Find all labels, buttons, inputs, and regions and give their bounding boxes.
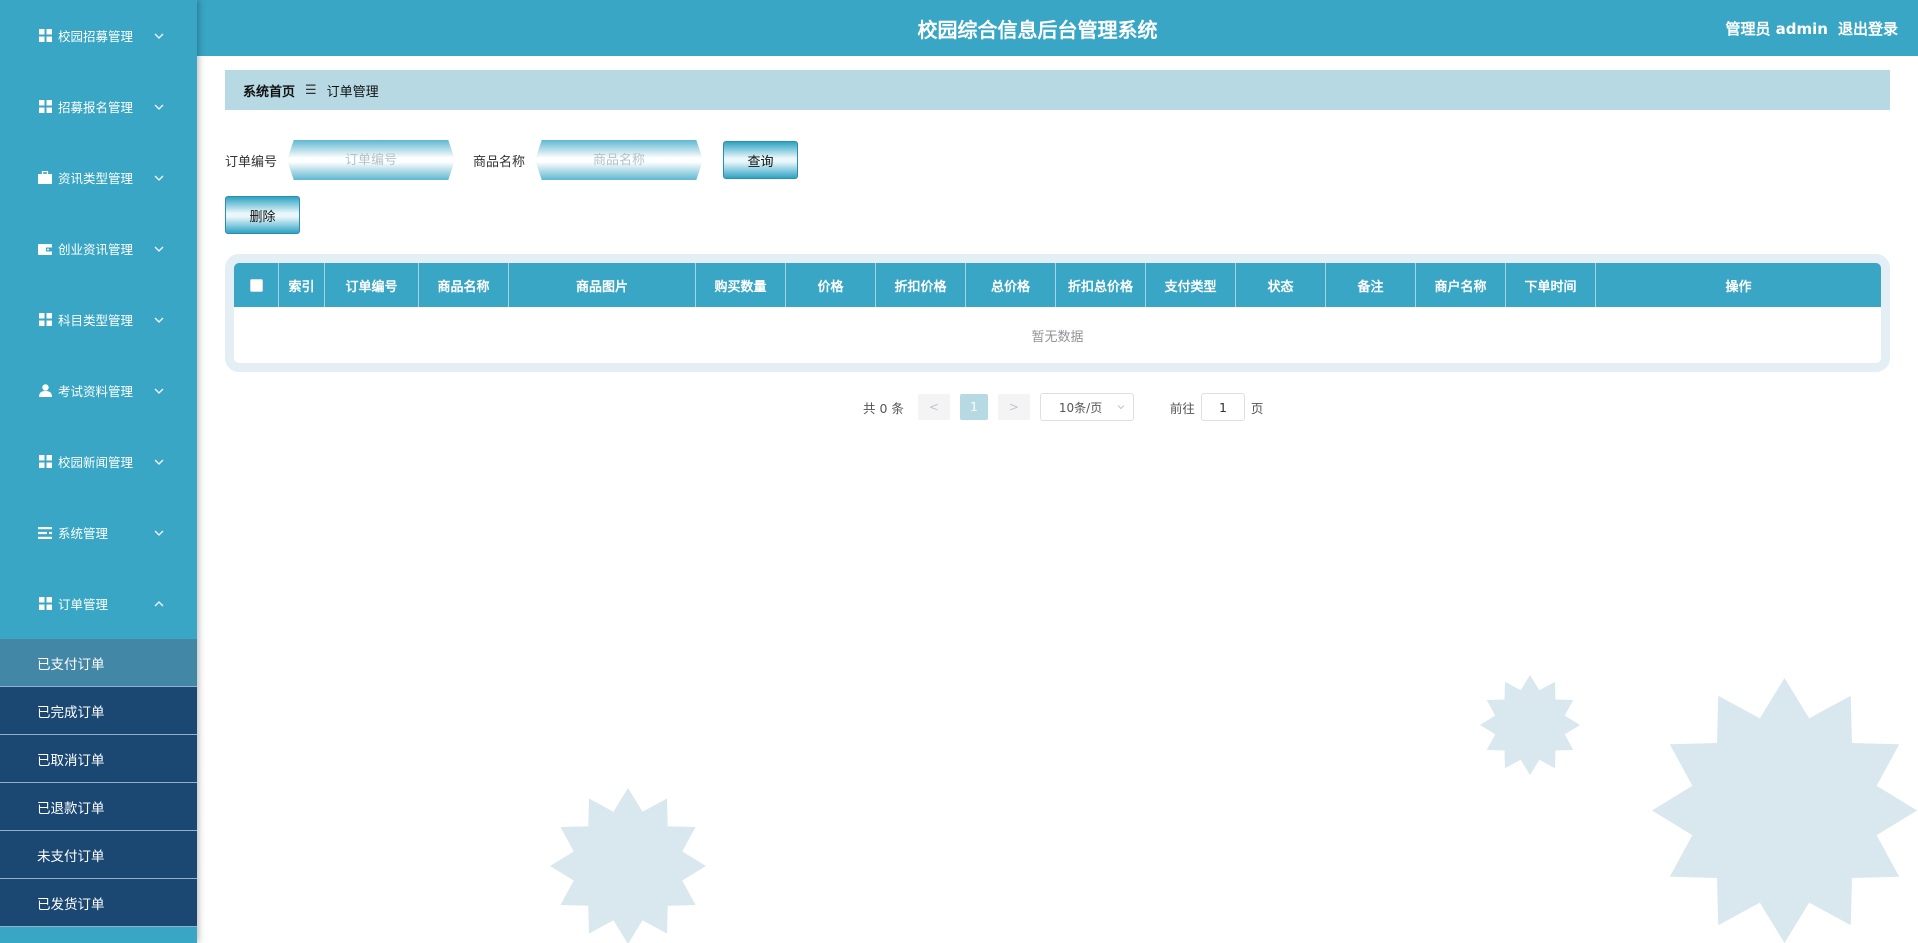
grid-icon	[37, 596, 53, 612]
query-button[interactable]: 查询	[723, 141, 799, 179]
breadcrumb-current: 订单管理	[326, 84, 379, 100]
decor-star-small	[1480, 675, 1580, 775]
chevron-down-icon	[154, 530, 164, 536]
sidebar-item-label: 资讯类型管理	[58, 171, 134, 186]
grid-icon	[37, 454, 53, 470]
order-no-label: 订单编号	[225, 154, 278, 170]
sidebar-item-orders[interactable]: 订单管理	[0, 568, 197, 639]
sidebar-item-news-type[interactable]: 资讯类型管理	[0, 142, 197, 213]
chevron-down-icon	[154, 175, 164, 181]
product-name-label: 商品名称	[473, 154, 526, 170]
grid-icon	[37, 28, 53, 44]
page-size-value: 10条/页	[1058, 400, 1103, 415]
breadcrumb-home[interactable]: 系统首页	[243, 81, 295, 100]
app-title: 校园综合信息后台管理系统	[917, 17, 1158, 42]
column-header: 支付类型	[1146, 263, 1236, 307]
sidebar-item-label: 校园招募管理	[58, 29, 134, 44]
column-header: 折扣总价格	[1056, 263, 1146, 307]
column-header: 商品图片	[509, 263, 696, 307]
submenu-item-refunded-orders[interactable]: 已退款订单	[0, 783, 197, 831]
sidebar-item-recruit-signup[interactable]: 招募报名管理	[0, 71, 197, 142]
column-header: 索引	[279, 263, 325, 307]
sidebar-item-label: 创业资讯管理	[58, 242, 134, 257]
chevron-down-icon	[154, 33, 164, 39]
search-bar: 订单编号 商品名称 查询	[225, 140, 799, 180]
chevron-down-icon	[154, 388, 164, 394]
table-header: 索引 订单编号 商品名称 商品图片 购买数量 价格 折扣价格 总价格 折扣总价格…	[234, 263, 1881, 307]
grid-icon	[37, 99, 53, 115]
column-header: 商品名称	[419, 263, 509, 307]
goto-page-input[interactable]	[1200, 393, 1245, 421]
pagination-total: 共 0 条	[863, 400, 904, 416]
select-all-cell	[234, 263, 279, 307]
column-header: 总价格	[966, 263, 1056, 307]
column-header: 状态	[1236, 263, 1326, 307]
sidebar-item-subject-type[interactable]: 科目类型管理	[0, 284, 197, 355]
page-unit-label: 页	[1250, 400, 1264, 416]
sidebar-item-system[interactable]: 系统管理	[0, 497, 197, 568]
decor-star-medium	[550, 788, 706, 943]
breadcrumb: 系统首页 ☰ 订单管理	[225, 70, 1890, 110]
sidebar-item-campus-recruit[interactable]: 校园招募管理	[0, 0, 197, 71]
submenu-item-cancelled-orders[interactable]: 已取消订单	[0, 735, 197, 783]
sidebar-item-label: 考试资料管理	[58, 384, 134, 399]
submenu-item-shipped-orders[interactable]: 已发货订单	[0, 879, 197, 927]
chevron-down-icon	[154, 104, 164, 110]
submenu-item-completed-orders[interactable]: 已完成订单	[0, 687, 197, 735]
sidebar-item-label: 校园新闻管理	[58, 455, 134, 470]
chevron-down-icon	[154, 317, 164, 323]
select-all-checkbox[interactable]	[249, 278, 263, 292]
sidebar-item-label: 订单管理	[58, 597, 109, 612]
sidebar-item-label: 科目类型管理	[58, 313, 134, 328]
sidebar-item-startup-news[interactable]: 创业资讯管理	[0, 213, 197, 284]
column-header: 订单编号	[325, 263, 419, 307]
submenu-item-paid-orders[interactable]: 已支付订单	[0, 639, 197, 687]
sidebar-item-label: 系统管理	[58, 526, 109, 541]
order-no-input[interactable]	[287, 140, 456, 180]
chevron-down-icon	[154, 459, 164, 465]
submenu-item-unpaid-orders[interactable]: 未支付订单	[0, 831, 197, 879]
chevron-down-icon	[154, 246, 164, 252]
user-area: 管理员 admin 退出登录	[1725, 18, 1898, 39]
briefcase-icon	[37, 170, 53, 186]
user-icon	[37, 383, 53, 399]
top-header: 校园综合信息后台管理系统 管理员 admin 退出登录	[197, 0, 1918, 56]
page-number-button[interactable]: 1	[959, 394, 988, 420]
prev-page-button[interactable]: <	[917, 394, 950, 420]
admin-user-label: 管理员 admin	[1725, 20, 1828, 38]
sidebar-item-label: 招募报名管理	[58, 100, 134, 115]
sidebar-item-campus-news[interactable]: 校园新闻管理	[0, 426, 197, 497]
wallet-icon	[37, 241, 53, 257]
column-header: 折扣价格	[876, 263, 966, 307]
delete-button[interactable]: 删除	[225, 196, 300, 234]
column-header: 下单时间	[1506, 263, 1596, 307]
orders-table: 索引 订单编号 商品名称 商品图片 购买数量 价格 折扣价格 总价格 折扣总价格…	[225, 254, 1890, 372]
chevron-down-icon	[1117, 405, 1125, 410]
empty-state: 暂无数据	[1031, 329, 1084, 345]
next-page-button[interactable]: >	[997, 394, 1030, 420]
product-name-input[interactable]	[535, 140, 704, 180]
column-header: 备注	[1326, 263, 1416, 307]
chevron-up-icon	[154, 600, 164, 606]
grid-icon	[37, 312, 53, 328]
list-icon	[37, 525, 53, 541]
goto-label: 前往	[1169, 400, 1195, 416]
column-header: 价格	[786, 263, 876, 307]
column-header: 购买数量	[696, 263, 786, 307]
column-header: 商户名称	[1416, 263, 1506, 307]
pagination: 共 0 条 < 1 > 10条/页 前往 页	[863, 393, 1263, 421]
page-size-select[interactable]: 10条/页	[1039, 393, 1134, 421]
sidebar: 校园招募管理 招募报名管理 资讯类型管理 创业资讯管理 科目类型管理 考试资料管…	[0, 0, 197, 943]
decor-star-large	[1652, 678, 1917, 943]
logout-link[interactable]: 退出登录	[1838, 18, 1898, 39]
breadcrumb-separator-icon: ☰	[305, 82, 317, 98]
sidebar-item-exam-material[interactable]: 考试资料管理	[0, 355, 197, 426]
column-header: 操作	[1725, 279, 1752, 295]
